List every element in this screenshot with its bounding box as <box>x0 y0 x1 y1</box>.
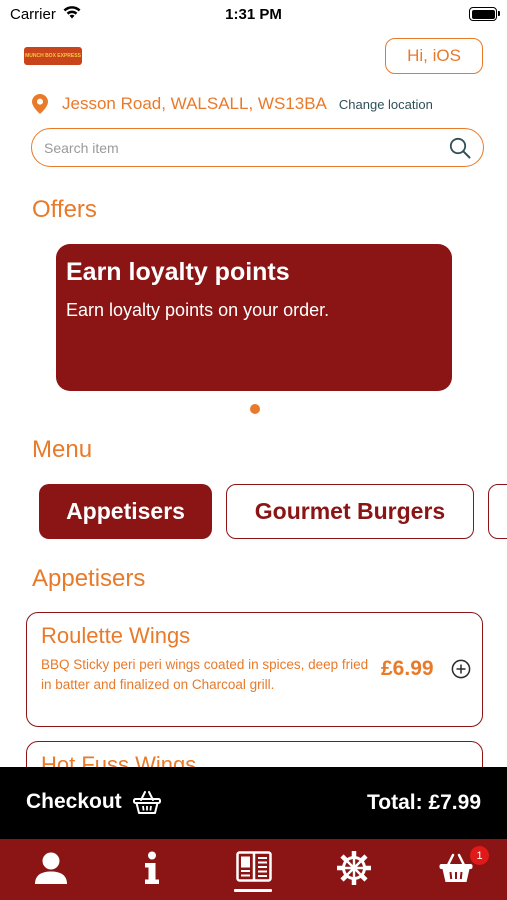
menu-icon <box>236 851 272 882</box>
tab-next-category[interactable] <box>488 484 507 539</box>
menu-item-card[interactable]: Roulette Wings BBQ Sticky peri peri wing… <box>26 612 483 727</box>
checkout-bar: Checkout Total: £7.99 <box>0 767 507 839</box>
location-pin-icon <box>32 94 48 114</box>
user-icon <box>35 852 67 884</box>
search-icon[interactable] <box>449 137 471 159</box>
basket-icon <box>132 791 161 814</box>
menu-heading: Menu <box>32 436 93 463</box>
tab-settings[interactable] <box>334 848 374 888</box>
delivery-address: Jesson Road, WALSALL, WS13BA <box>62 94 327 113</box>
brand-logo: MUNCH BOX EXPRESS <box>24 47 82 65</box>
item-description: BBQ Sticky peri peri wings coated in spi… <box>41 657 369 693</box>
settings-icon <box>337 851 371 885</box>
offer-card[interactable]: Earn loyalty points Earn loyalty points … <box>56 244 452 391</box>
offer-description: Earn loyalty points on your order. <box>66 300 330 320</box>
change-location-link[interactable]: Change location <box>339 97 433 112</box>
item-name: Roulette Wings <box>41 623 191 648</box>
battery-icon <box>469 7 500 21</box>
item-price: £6.99 <box>381 657 434 680</box>
search-input[interactable] <box>44 137 424 159</box>
tab-menu[interactable] <box>234 848 274 888</box>
location-row: Jesson Road, WALSALL, WS13BA Change loca… <box>32 92 433 116</box>
carousel-page-indicator[interactable] <box>250 404 260 414</box>
tab-appetisers[interactable]: Appetisers <box>39 484 212 539</box>
basket-count-badge: 1 <box>470 846 489 865</box>
offer-title: Earn loyalty points <box>66 258 290 286</box>
clock: 1:31 PM <box>225 6 282 23</box>
info-icon <box>145 851 159 884</box>
tab-profile[interactable] <box>31 848 71 888</box>
tab-info[interactable] <box>132 848 172 888</box>
offers-heading: Offers <box>32 196 97 223</box>
search-bar[interactable] <box>31 128 484 167</box>
tab-gourmet-burgers[interactable]: Gourmet Burgers <box>226 484 474 539</box>
basket-icon <box>439 853 473 882</box>
add-item-icon[interactable] <box>451 659 471 679</box>
active-tab-indicator <box>234 889 272 892</box>
order-total: Total: £7.99 <box>367 791 481 814</box>
menu-category-tabs: Appetisers Gourmet Burgers <box>0 484 507 540</box>
checkout-label: Checkout <box>26 790 122 813</box>
status-bar: Carrier 1:31 PM <box>0 0 507 30</box>
user-greeting-button[interactable]: Hi, iOS <box>385 38 483 74</box>
bottom-tab-bar <box>0 839 507 900</box>
checkout-button[interactable]: Checkout <box>26 789 162 815</box>
category-heading: Appetisers <box>32 565 146 592</box>
